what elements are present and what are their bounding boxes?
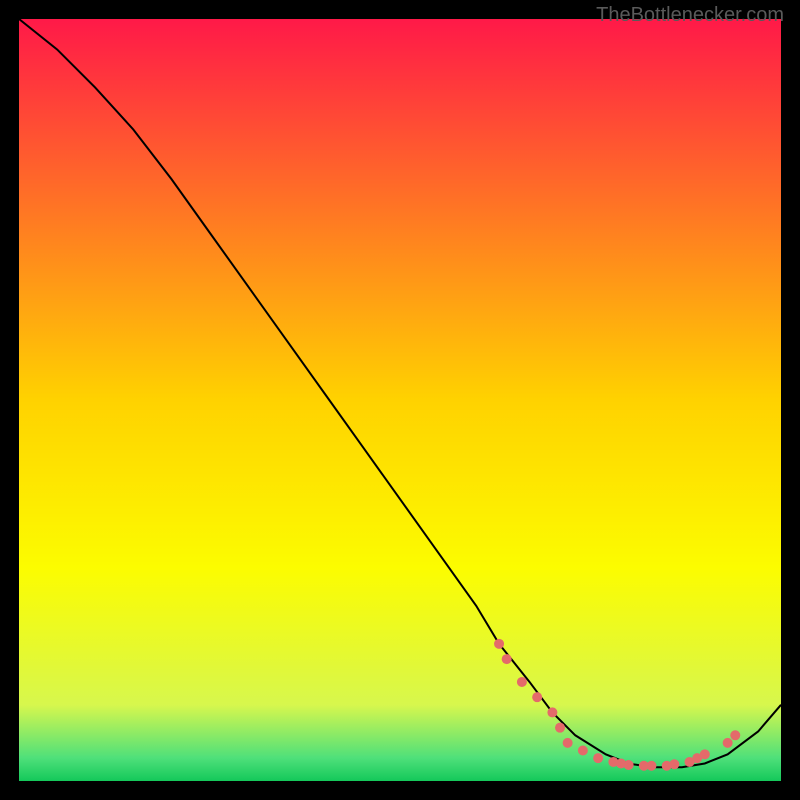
data-marker: [730, 730, 740, 740]
data-marker: [593, 753, 603, 763]
data-marker: [700, 749, 710, 759]
data-marker: [563, 738, 573, 748]
data-marker: [646, 761, 656, 771]
data-marker: [517, 677, 527, 687]
data-marker: [494, 639, 504, 649]
data-marker: [502, 654, 512, 664]
data-marker: [578, 746, 588, 756]
data-marker: [723, 738, 733, 748]
data-marker: [624, 760, 634, 770]
data-marker: [532, 692, 542, 702]
bottleneck-curve: [19, 19, 781, 767]
data-marker: [669, 759, 679, 769]
curve-overlay: [19, 19, 781, 781]
chart-plot-area: [19, 19, 781, 781]
data-marker: [555, 723, 565, 733]
data-marker: [547, 707, 557, 717]
watermark-text: TheBottlenecker.com: [596, 4, 784, 27]
data-markers: [494, 639, 740, 771]
